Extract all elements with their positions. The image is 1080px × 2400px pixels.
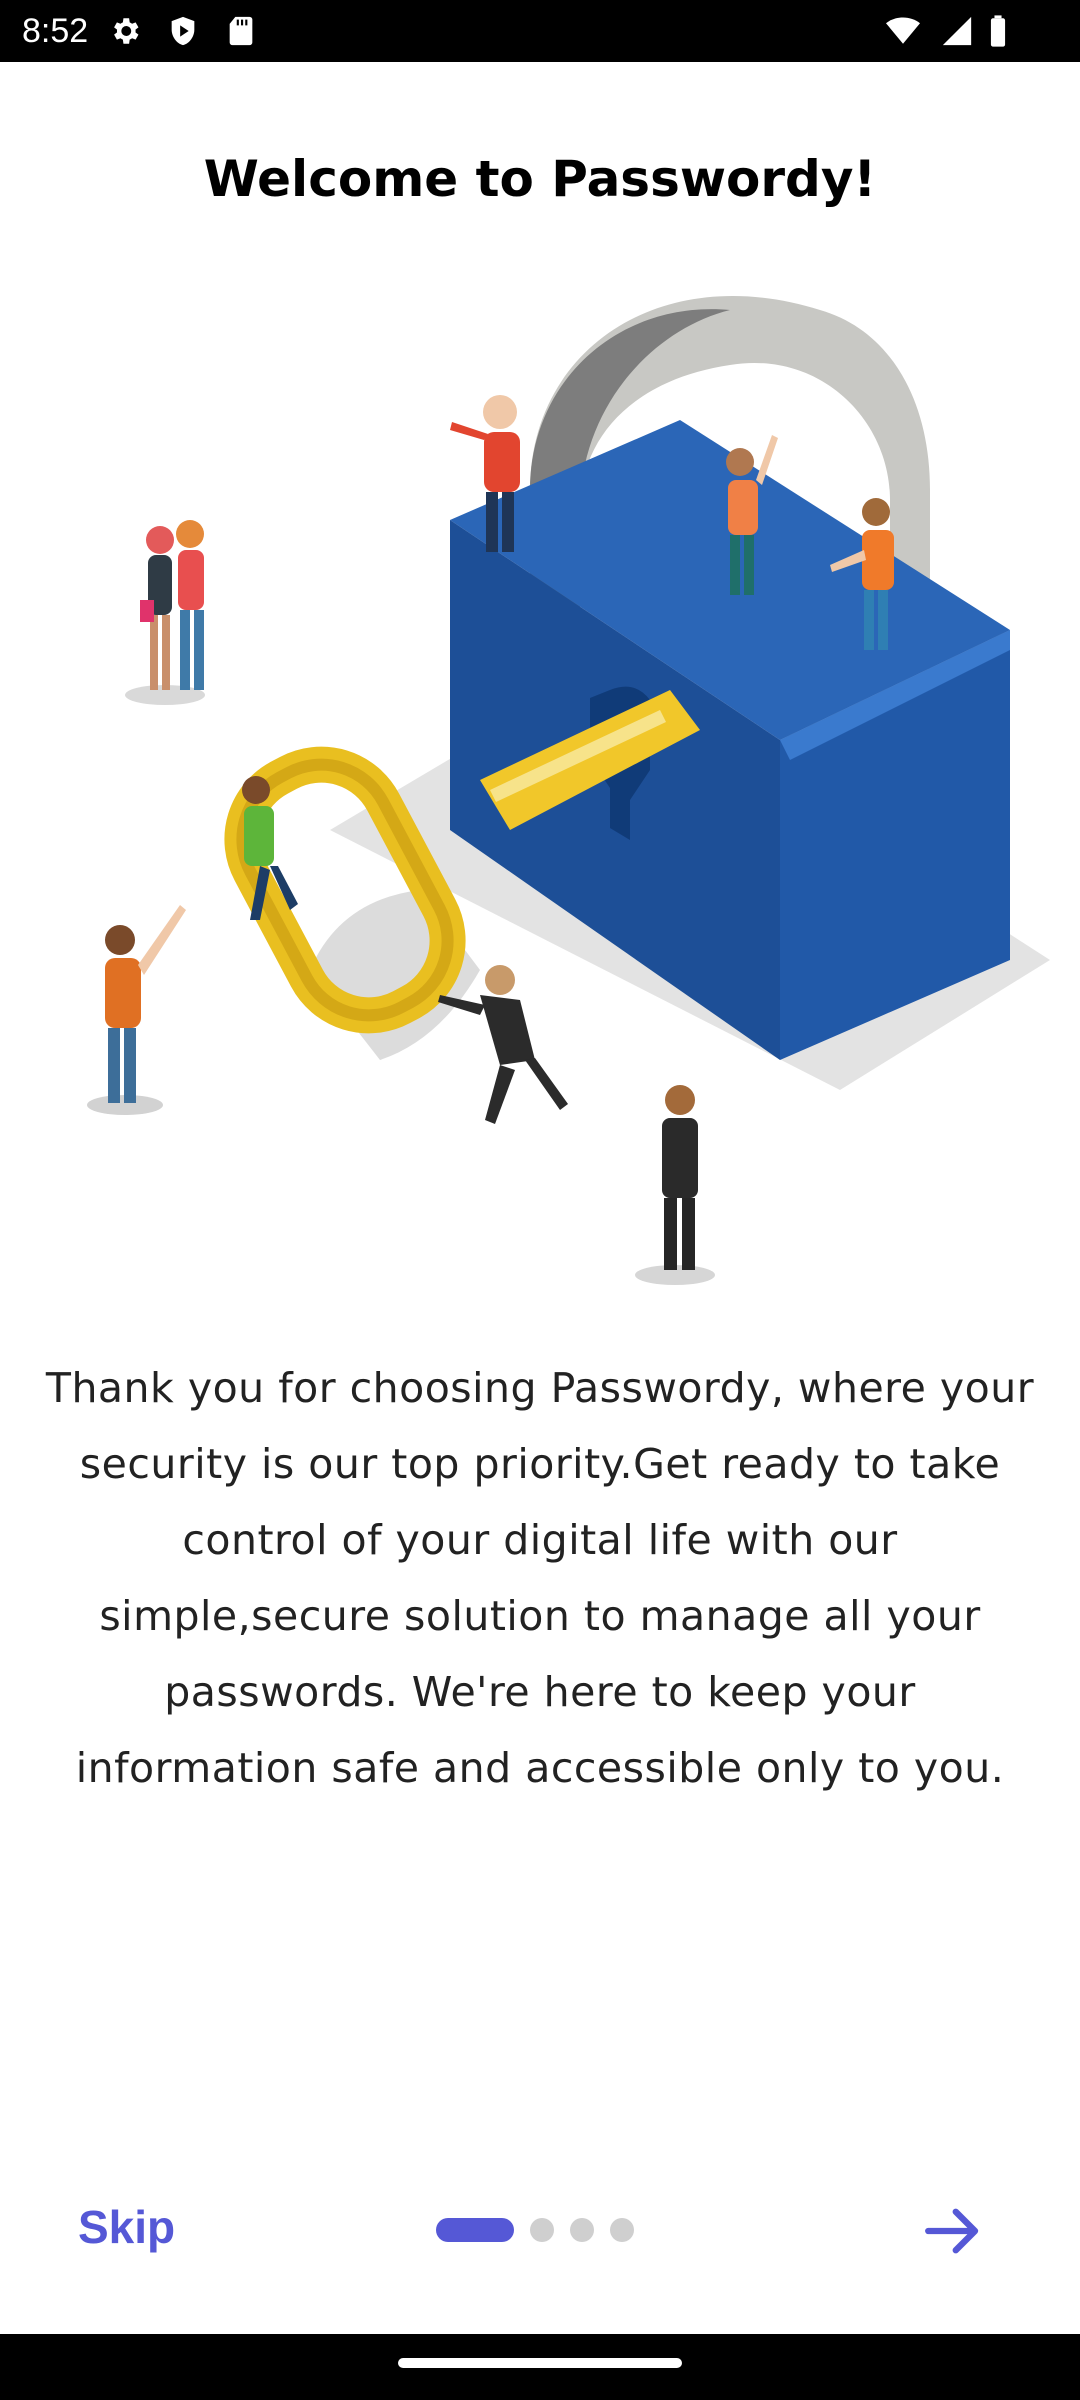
arrow-right-icon[interactable] [920,2198,986,2264]
page-dot [530,2218,554,2242]
padlock-illustration [87,296,1050,1285]
home-gesture-handle[interactable] [398,2358,682,2368]
settings-icon [114,18,139,44]
status-bar: 8:52 [0,0,1080,62]
page-indicator [436,2218,634,2242]
status-time: 8:52 [22,12,89,50]
wifi-icon [886,17,920,44]
skip-button[interactable]: Skip [78,2200,175,2254]
welcome-description: Thank you for choosing Passwordy, where … [45,1364,1035,1792]
person-standing-suit [635,1085,715,1285]
battery-icon [990,15,1006,47]
sd-card-icon [229,16,253,46]
page-title: Welcome to Passwordy! [203,150,877,208]
system-nav-bar [0,2334,1080,2400]
page-dot-active [436,2218,514,2242]
person-waving [87,905,186,1115]
page-dot [610,2218,634,2242]
signal-icon [942,16,972,46]
people-group-couple [125,520,205,705]
play-protect-icon [171,16,195,46]
page-dot [570,2218,594,2242]
